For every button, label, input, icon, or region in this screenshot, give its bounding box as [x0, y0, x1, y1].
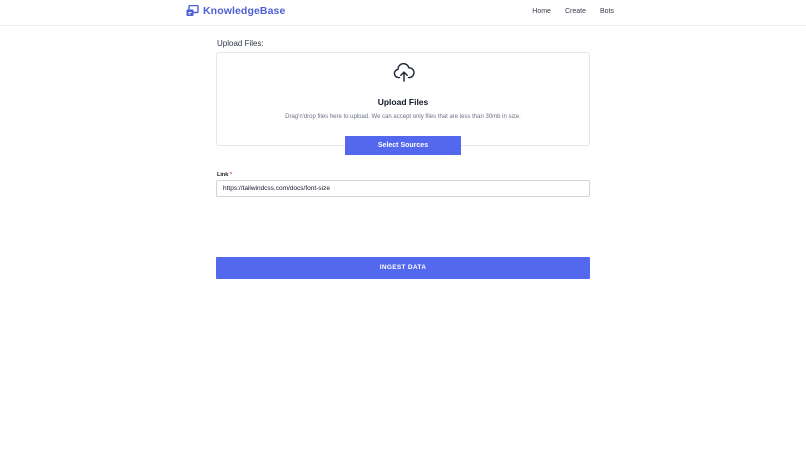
nav-links: Home Create Bots: [532, 8, 614, 15]
nav-link-bots[interactable]: Bots: [600, 8, 614, 15]
upload-description: Drag'n'drop files here to upload. We can…: [285, 114, 521, 120]
link-label-text: Link: [217, 172, 229, 178]
select-sources-button[interactable]: Select Sources: [345, 136, 461, 155]
brand-name: KnowledgeBase: [203, 5, 286, 17]
file-dropzone[interactable]: Upload Files Drag'n'drop files here to u…: [216, 52, 590, 146]
knowledge-base-logo-icon: [186, 5, 199, 16]
cloud-upload-icon: [393, 63, 415, 82]
ingest-data-button[interactable]: INGEST DATA: [216, 257, 590, 279]
brand-logo[interactable]: KnowledgeBase: [186, 5, 285, 17]
required-marker: *: [229, 172, 232, 178]
link-input[interactable]: [216, 180, 590, 197]
nav-link-create[interactable]: Create: [565, 8, 586, 15]
upload-title: Upload Files: [377, 97, 429, 107]
nav-link-home[interactable]: Home: [532, 8, 551, 15]
upload-files-label: Upload Files:: [217, 39, 264, 48]
top-navbar: KnowledgeBase Home Create Bots: [0, 0, 806, 26]
link-label: Link *: [217, 172, 232, 178]
